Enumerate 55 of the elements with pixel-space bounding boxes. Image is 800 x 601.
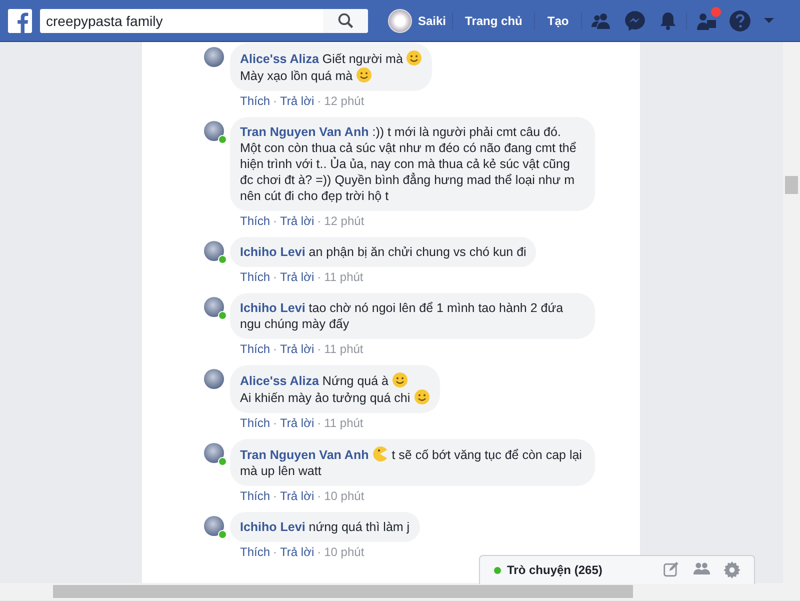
comment-action-link[interactable]: Thích bbox=[240, 545, 270, 559]
comment-action-link[interactable]: Thích bbox=[240, 342, 270, 356]
chat-bar[interactable]: Trò chuyện (265) bbox=[479, 555, 755, 584]
comment-action-link[interactable]: Trả lời bbox=[280, 270, 314, 284]
author-name-link[interactable]: Alice'ss Aliza bbox=[240, 52, 319, 66]
separator-dot: · bbox=[317, 416, 322, 430]
separator-dot: · bbox=[273, 545, 278, 559]
profile-link[interactable]: Saiki bbox=[418, 14, 446, 28]
comment-action-link[interactable]: Thích bbox=[240, 214, 270, 228]
author-name-link[interactable]: Ichiho Levi bbox=[240, 245, 306, 259]
comment-text: Ichiho Levi tao chờ nó ngoi lên để 1 mình tao hành 2 đứa ngu chúng mày đấy bbox=[240, 300, 564, 332]
comment-action-link[interactable]: Trả lời bbox=[280, 94, 314, 108]
comment-action-link[interactable]: Thích bbox=[240, 489, 270, 503]
comment-text: Tran Nguyen Van Anh :)) t mới là người phải cmt câu đó. Một con còn thua cả súc vật như m đéo có não đang cmt thể hiện trình với t.. Ủa ủa, nay con mà thua cả kẻ súc vật cũng đc chơi đt à? =)) Quyền bình đẳng hưng mad thể loại như m nên cút đi cho đẹp trời hộ t bbox=[240, 124, 578, 204]
chat-label: Trò chuyện (265) bbox=[507, 563, 604, 577]
comment-action-link[interactable]: Trả lời bbox=[280, 342, 314, 356]
separator-dot: · bbox=[273, 416, 278, 430]
comment-time: 11 phút bbox=[324, 342, 364, 356]
separator-dot: · bbox=[273, 270, 278, 284]
nav-link[interactable]: Tạo bbox=[537, 14, 579, 28]
comment-time: 11 phút bbox=[324, 270, 364, 284]
comment-text: Alice'ss Aliza Giết người mà Mày xạo lồn quá mà bbox=[240, 50, 422, 84]
separator-dot: · bbox=[317, 270, 322, 284]
comment-time: 12 phút bbox=[324, 94, 364, 108]
comment-action-link[interactable]: Thích bbox=[240, 270, 270, 284]
comment-action-link[interactable]: Trả lời bbox=[280, 416, 314, 430]
comment-action-link[interactable]: Trả lời bbox=[280, 214, 314, 228]
comment-action-link[interactable]: Thích bbox=[240, 416, 270, 430]
separator-dot: · bbox=[273, 94, 278, 108]
author-name-link[interactable]: Alice'ss Aliza bbox=[240, 374, 319, 388]
comment-time: 10 phút bbox=[324, 545, 364, 559]
comment-time: 11 phút bbox=[324, 416, 364, 430]
author-name-link[interactable]: Ichiho Levi bbox=[240, 520, 306, 534]
comment-text: Alice'ss Aliza Nứng quá à Ai khiến mày ảo tưởng quá chi bbox=[240, 372, 430, 406]
author-name-link[interactable]: Ichiho Levi bbox=[240, 301, 306, 315]
separator-dot: · bbox=[317, 214, 322, 228]
comment-action-link[interactable]: Trả lời bbox=[280, 489, 314, 503]
search-field[interactable]: creepypasta family bbox=[40, 8, 323, 32]
separator-dot: · bbox=[317, 545, 322, 559]
comment-text: Ichiho Levi nứng quá thì làm j bbox=[240, 519, 410, 535]
comment-text: Tran Nguyen Van Anh t sẽ cố bớt văng tục để còn cap lại mà up lên watt bbox=[240, 446, 583, 479]
comment-text: Ichiho Levi an phận bị ăn chửi chung vs chó kun đi bbox=[240, 244, 526, 260]
separator-dot: · bbox=[273, 489, 278, 503]
separator-dot: · bbox=[317, 489, 322, 503]
separator-dot: · bbox=[317, 94, 322, 108]
comment-time: 10 phút bbox=[324, 489, 364, 503]
separator-dot: · bbox=[317, 342, 322, 356]
comment-action-link[interactable]: Trả lời bbox=[280, 545, 314, 559]
separator-dot: · bbox=[273, 342, 278, 356]
comment-action-link[interactable]: Thích bbox=[240, 94, 270, 108]
comment-time: 12 phút bbox=[324, 214, 364, 228]
separator-dot: · bbox=[273, 214, 278, 228]
nav-link[interactable]: Trang chủ bbox=[455, 14, 532, 28]
author-name-link[interactable]: Tran Nguyen Van Anh bbox=[240, 125, 369, 139]
author-name-link[interactable]: Tran Nguyen Van Anh bbox=[240, 448, 369, 462]
